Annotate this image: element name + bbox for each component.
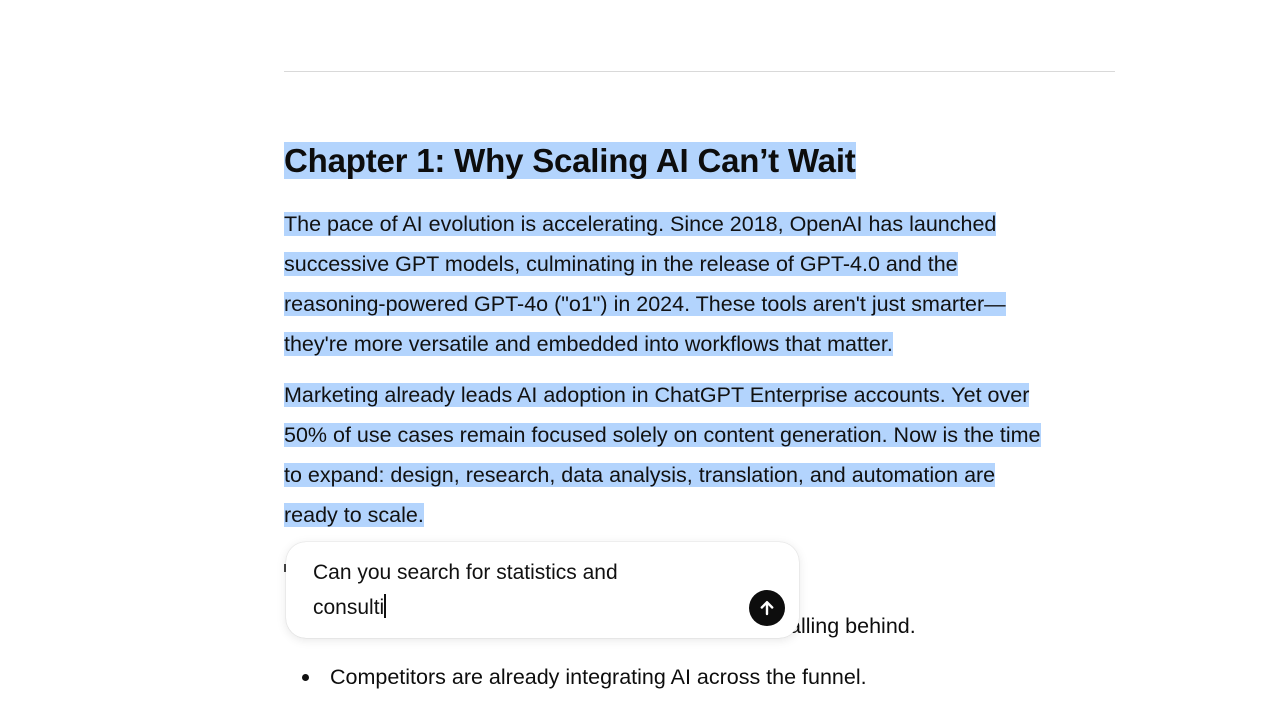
ask-chatgpt-popup: Can you search for statistics and consul… xyxy=(286,542,799,638)
bullet-dot-icon xyxy=(302,674,309,681)
paragraph-1-line-3: reasoning-powered GPT-4o ("o1") in 2024.… xyxy=(284,292,1006,316)
paragraph-1-line-2: successive GPT models, culminating in th… xyxy=(284,252,958,276)
section-divider xyxy=(284,71,1115,72)
send-button[interactable] xyxy=(749,590,785,626)
chapter-heading[interactable]: Chapter 1: Why Scaling AI Can’t Wait xyxy=(284,140,1124,181)
paragraph-1[interactable]: The pace of AI evolution is accelerating… xyxy=(284,204,1124,364)
document-page: Chapter 1: Why Scaling AI Can’t Wait The… xyxy=(0,0,1280,720)
paragraph-1-line-1: The pace of AI evolution is accelerating… xyxy=(284,212,997,236)
chapter-heading-text: Chapter 1: Why Scaling AI Can’t Wait xyxy=(284,142,856,179)
list-item-text: Competitors are already integrating AI a… xyxy=(330,665,867,689)
prompt-input-line-2: consulti xyxy=(313,596,385,619)
paragraph-2-line-2: 50% of use cases remain focused solely o… xyxy=(284,423,1041,447)
paragraph-2-line-3: to expand: design, research, data analys… xyxy=(284,463,996,487)
paragraph-2[interactable]: Marketing already leads AI adoption in C… xyxy=(284,375,1124,535)
document-body[interactable]: Chapter 1: Why Scaling AI Can’t Wait The… xyxy=(284,140,1124,535)
text-caret xyxy=(384,594,387,618)
arrow-up-icon xyxy=(760,601,774,616)
list-item-text: alling behind. xyxy=(789,614,916,638)
prompt-input-line-1: Can you search for statistics and xyxy=(313,561,618,584)
list-item[interactable]: Competitors are already integrating AI a… xyxy=(300,657,1200,708)
paragraph-1-line-4: they're more versatile and embedded into… xyxy=(284,332,893,356)
paragraph-2-line-1: Marketing already leads AI adoption in C… xyxy=(284,383,1030,407)
prompt-input[interactable]: Can you search for statistics and consul… xyxy=(313,555,713,625)
paragraph-2-line-4: ready to scale. xyxy=(284,503,424,527)
